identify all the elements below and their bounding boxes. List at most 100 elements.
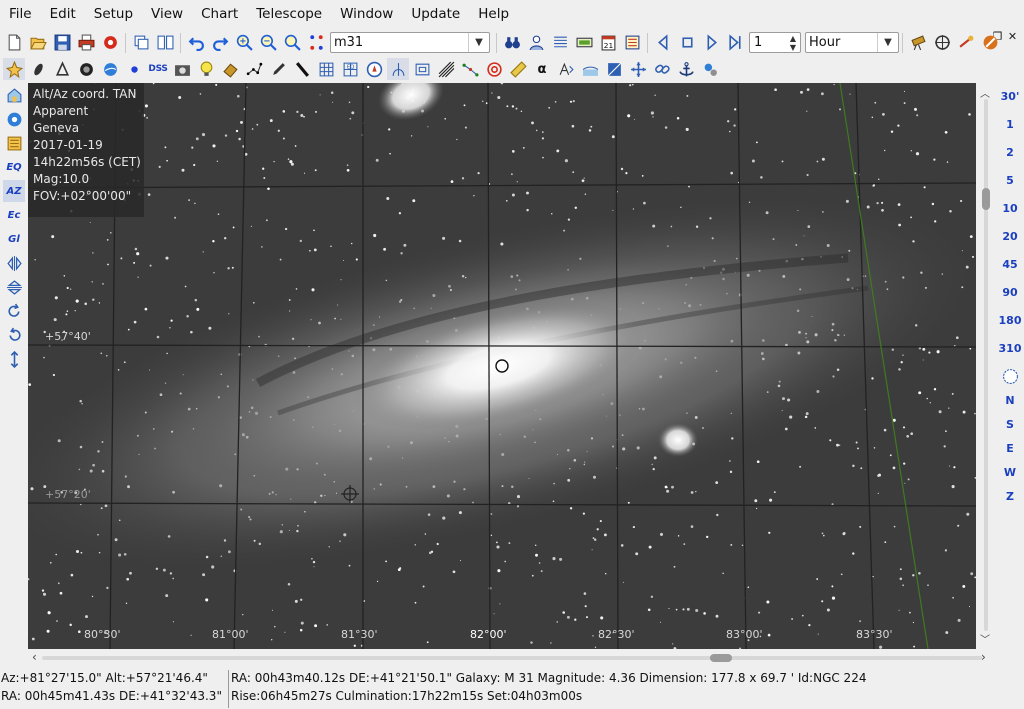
menu-help[interactable]: Help — [469, 0, 518, 28]
new-chart-icon[interactable] — [3, 32, 25, 54]
target-circle-icon[interactable] — [483, 58, 505, 80]
coord-grid-icon[interactable] — [315, 58, 337, 80]
light-bulb-icon[interactable] — [195, 58, 217, 80]
chevron-down-icon[interactable]: ▼ — [468, 33, 489, 52]
time-unit-value[interactable]: Hour — [806, 35, 877, 50]
search-object-combo[interactable]: m31 ▼ — [330, 32, 490, 53]
scroll-thumb[interactable] — [982, 188, 990, 210]
horizon-icon[interactable] — [579, 58, 601, 80]
scroll-up-icon[interactable]: ︿ — [980, 85, 990, 100]
direction-north-button[interactable]: N — [1005, 389, 1014, 413]
telescope-target-icon[interactable] — [931, 32, 953, 54]
time-step-value[interactable]: 1 — [750, 35, 786, 50]
link-icon[interactable] — [651, 58, 673, 80]
observer-icon[interactable] — [525, 32, 547, 54]
list-icon[interactable] — [549, 32, 571, 54]
save-icon[interactable] — [51, 32, 73, 54]
search-object-input[interactable]: m31 — [331, 35, 468, 50]
milky-way-icon[interactable] — [291, 58, 313, 80]
fov-button-1[interactable]: 1 — [1006, 111, 1014, 139]
menu-file[interactable]: File — [0, 0, 41, 28]
scale-grid-icon[interactable] — [411, 58, 433, 80]
redo-icon[interactable] — [209, 32, 231, 54]
hatched-area-icon[interactable] — [435, 58, 457, 80]
step-backward-icon[interactable] — [652, 32, 674, 54]
camera-icon[interactable] — [171, 58, 193, 80]
dss-image-button[interactable]: DSS — [147, 58, 169, 80]
menu-view[interactable]: View — [142, 0, 192, 28]
compass-icon[interactable] — [363, 58, 385, 80]
direction-south-button[interactable]: S — [1006, 413, 1014, 437]
time-step-spinbox[interactable]: 1 ▲ ▼ — [749, 32, 801, 53]
eraser-icon[interactable] — [219, 58, 241, 80]
menu-window[interactable]: Window — [331, 0, 402, 28]
direction-west-button[interactable]: W — [1004, 461, 1016, 485]
zoom-out-icon[interactable] — [257, 32, 279, 54]
binoculars-icon[interactable] — [501, 32, 523, 54]
zoom-in-icon[interactable] — [233, 32, 255, 54]
direction-east-button[interactable]: E — [1006, 437, 1014, 461]
flip-vertical-icon[interactable] — [3, 276, 25, 298]
telescope-icon[interactable] — [907, 32, 929, 54]
scroll-down-icon[interactable]: ﹀ — [980, 631, 990, 646]
scroll-thumb[interactable] — [710, 654, 732, 662]
fov-button-10[interactable]: 10 — [1002, 195, 1017, 223]
find-object-icon[interactable] — [281, 32, 303, 54]
anchor-icon[interactable] — [675, 58, 697, 80]
direction-zenith-button[interactable]: Z — [1006, 485, 1014, 509]
asterism-icon[interactable] — [459, 58, 481, 80]
menu-edit[interactable]: Edit — [41, 0, 85, 28]
calendar-strip-icon[interactable] — [573, 32, 595, 54]
home-position-icon[interactable] — [3, 84, 25, 106]
undo-icon[interactable] — [185, 32, 207, 54]
object-list-icon[interactable] — [3, 132, 25, 154]
vertical-scrollbar[interactable]: ︿ ﹀ — [976, 83, 996, 649]
sky-chart[interactable]: Alt/Az coord. TAN Apparent Geneva 2017-0… — [28, 83, 976, 649]
spin-up-icon[interactable]: ▲ — [786, 34, 800, 43]
print-icon[interactable] — [75, 32, 97, 54]
spin-down-icon[interactable]: ▼ — [786, 43, 800, 52]
stars-toggle-icon[interactable] — [3, 58, 25, 80]
galaxy-outline-icon[interactable] — [51, 58, 73, 80]
step-forward-icon[interactable] — [700, 32, 722, 54]
gl-projection-button[interactable]: Gl — [3, 228, 25, 250]
fov-button-2[interactable]: 2 — [1006, 139, 1014, 167]
settings-gear-icon[interactable] — [99, 32, 121, 54]
planet-dot-icon[interactable] — [123, 58, 145, 80]
dark-nebula-icon[interactable] — [75, 58, 97, 80]
label-abc-icon[interactable] — [555, 58, 577, 80]
horizontal-scrollbar[interactable]: ‹ › — [28, 650, 998, 666]
scroll-left-icon[interactable]: ‹ — [32, 650, 37, 664]
menu-telescope[interactable]: Telescope — [247, 0, 331, 28]
nebula-toggle-icon[interactable] — [27, 58, 49, 80]
rotate-clockwise-icon[interactable] — [3, 300, 25, 322]
center-object-icon[interactable] — [3, 108, 25, 130]
orbit-planets-icon[interactable] — [699, 58, 721, 80]
fov-button-180[interactable]: 180 — [999, 307, 1022, 335]
flip-horizontal-icon[interactable] — [3, 252, 25, 274]
fov-button-90[interactable]: 90 — [1002, 279, 1017, 307]
scroll-track[interactable] — [984, 99, 988, 631]
menu-chart[interactable]: Chart — [192, 0, 247, 28]
calendar-icon[interactable]: 21 — [597, 32, 619, 54]
vertical-arrows-icon[interactable] — [3, 348, 25, 370]
fov-button-5[interactable]: 5 — [1006, 167, 1014, 195]
chevron-down-icon[interactable]: ▼ — [877, 33, 898, 52]
pen-icon[interactable] — [267, 58, 289, 80]
scroll-track[interactable] — [42, 656, 982, 660]
time-list-icon[interactable] — [621, 32, 643, 54]
rotate-counterclockwise-icon[interactable] — [3, 324, 25, 346]
eq-projection-button[interactable]: EQ — [3, 156, 25, 178]
fov-button-20[interactable]: 20 — [1002, 223, 1017, 251]
tile-windows-icon[interactable] — [154, 32, 176, 54]
az-projection-button[interactable]: AZ — [3, 180, 25, 202]
constellation-lines-icon[interactable] — [243, 58, 265, 80]
sky-sphere-icon[interactable] — [999, 365, 1021, 387]
eq-grid-icon[interactable]: EQ — [339, 58, 361, 80]
open-icon[interactable] — [27, 32, 49, 54]
fov-button-310[interactable]: 310 — [999, 335, 1022, 363]
target-marker-icon[interactable] — [305, 32, 327, 54]
time-unit-combo[interactable]: Hour ▼ — [805, 32, 899, 53]
star-label-alpha-button[interactable]: α — [531, 58, 553, 80]
telescope-connect-icon[interactable] — [955, 32, 977, 54]
